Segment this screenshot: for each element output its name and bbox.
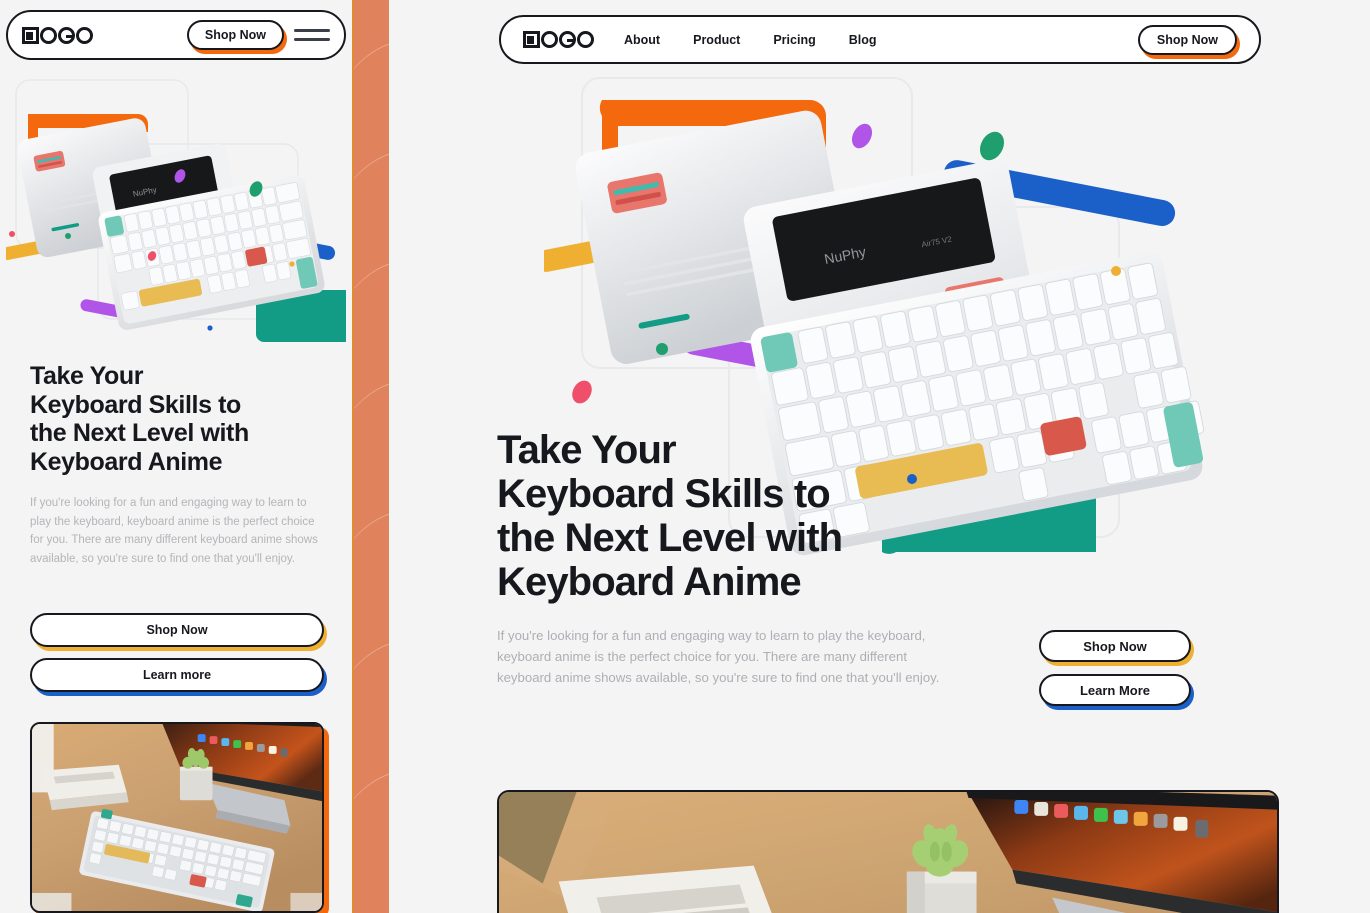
- desk-photo-art-mobile: [32, 724, 322, 911]
- mobile-title-line-1: Take Your: [30, 362, 144, 390]
- nav-link-blog[interactable]: Blog: [849, 33, 877, 47]
- desktop-desk-photo: [497, 790, 1279, 913]
- nav-link-product[interactable]: Product: [693, 33, 740, 47]
- mobile-desk-photo: [30, 722, 324, 913]
- mobile-hero-title: Take Your Keyboard Skills to the Next Le…: [30, 362, 330, 476]
- divider-swoosh-6: [354, 640, 389, 790]
- logo-o-icon: [40, 26, 57, 44]
- desktop-hero-copy: Take Your Keyboard Skills to the Next Le…: [497, 428, 967, 688]
- desktop-cta-group: Shop Now Learn More: [1039, 630, 1191, 706]
- logo-desktop[interactable]: [523, 31, 594, 48]
- logo-o2-icon: [577, 31, 594, 48]
- desktop-mockup: About Product Pricing Blog Shop Now NuPh…: [389, 0, 1370, 913]
- nav-link-about[interactable]: About: [624, 33, 660, 47]
- desktop-navbar: About Product Pricing Blog Shop Now: [499, 15, 1261, 64]
- desktop-title-line-1: Take Your: [497, 428, 677, 472]
- logo-g-icon: [559, 31, 576, 48]
- desk-photo-art-desktop: [499, 792, 1277, 913]
- desktop-title-line-3: the Next Level with: [497, 516, 843, 560]
- divider-swoosh-4: [354, 380, 389, 530]
- mobile-shop-now-button[interactable]: Shop Now: [186, 20, 284, 50]
- mobile-learn-more-cta[interactable]: Learn more: [30, 658, 324, 692]
- hamburger-icon[interactable]: [294, 29, 330, 41]
- desktop-hero-title: Take Your Keyboard Skills to the Next Le…: [497, 428, 967, 604]
- logo-o-icon: [541, 31, 558, 48]
- logo-l-icon: [523, 31, 540, 48]
- hamburger-line-2: [294, 38, 330, 41]
- desktop-learn-more-cta[interactable]: Learn More: [1039, 674, 1191, 706]
- keyboard-hero-art-mobile: NuPhy: [6, 66, 346, 356]
- mobile-hero-paragraph: If you're looking for a fun and engaging…: [30, 497, 318, 566]
- logo-mobile[interactable]: [22, 26, 93, 44]
- logo-l-icon: [22, 26, 39, 44]
- mobile-hero-illustration: NuPhy: [6, 66, 346, 356]
- mobile-navbar: Shop Now: [6, 10, 346, 60]
- desktop-title-line-4: Keyboard Anime: [497, 560, 802, 604]
- mobile-title-line-3: the Next Level with: [30, 419, 249, 447]
- desktop-shop-now-button[interactable]: Shop Now: [1137, 24, 1237, 55]
- divider-swoosh-5: [354, 510, 389, 660]
- logo-o2-icon: [76, 26, 93, 44]
- mobile-cta-group: Shop Now Learn more: [30, 613, 324, 692]
- desktop-title-line-2: Keyboard Skills to: [497, 472, 831, 516]
- divider-swoosh-7: [354, 770, 389, 913]
- logo-g-icon: [58, 26, 75, 44]
- mobile-shop-now-cta[interactable]: Shop Now: [30, 613, 324, 647]
- mobile-mockup: Shop Now NuPhy Take Your Keyboard Skills…: [0, 0, 352, 913]
- page-root: Shop Now NuPhy Take Your Keyboard Skills…: [0, 0, 1370, 913]
- divider-strip: [352, 0, 389, 913]
- desktop-shop-now-cta[interactable]: Shop Now: [1039, 630, 1191, 662]
- desktop-hero-paragraph: If you're looking for a fun and engaging…: [497, 628, 940, 685]
- mobile-hero-copy: Take Your Keyboard Skills to the Next Le…: [30, 362, 330, 569]
- hamburger-line-1: [294, 29, 330, 32]
- mobile-title-line-4: Keyboard Anime: [30, 447, 223, 476]
- mobile-title-line-2: Keyboard Skills to: [30, 390, 241, 419]
- desktop-nav-links: About Product Pricing Blog: [624, 33, 877, 47]
- nav-link-pricing[interactable]: Pricing: [773, 33, 815, 47]
